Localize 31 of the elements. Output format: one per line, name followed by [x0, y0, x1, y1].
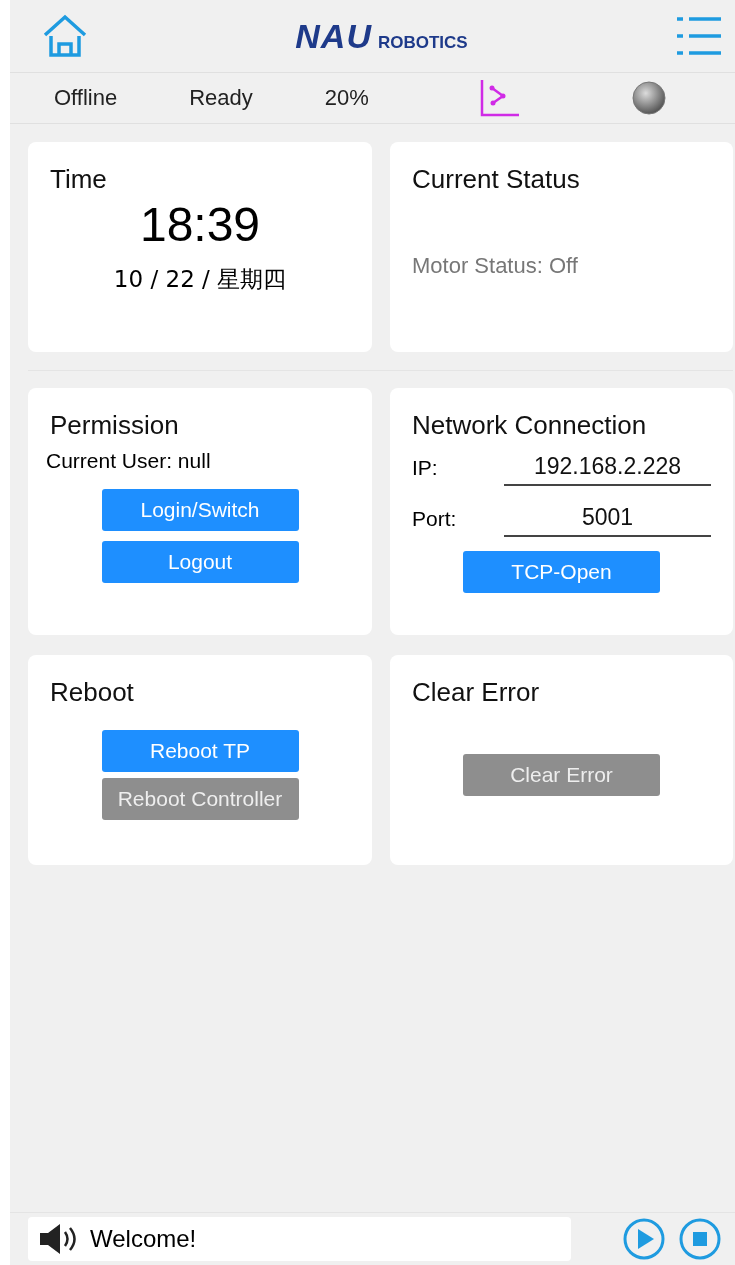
speed-percentage: 20% — [324, 85, 369, 111]
card-title: Network Connection — [412, 410, 647, 441]
home-icon[interactable] — [42, 14, 88, 58]
motor-status: Motor Status: Off — [412, 253, 579, 279]
logo-subtitle: ROBOTICS — [377, 32, 468, 53]
message-text: Welcome! — [90, 1225, 197, 1253]
button[interactable]: Login/Switch — [101, 489, 299, 531]
current-user: Current User: null — [46, 449, 212, 473]
input-field[interactable]: 5001 — [504, 500, 711, 537]
card-title: Clear Error — [412, 677, 540, 708]
field-label: IP: — [412, 455, 439, 480]
field-label: Port: — [412, 506, 458, 531]
button[interactable]: Logout — [101, 541, 299, 583]
menu-icon[interactable] — [675, 14, 723, 58]
input-field[interactable]: 192.168.2.228 — [504, 449, 711, 486]
button[interactable]: Reboot TP — [101, 730, 299, 772]
card-title: Permission — [50, 410, 179, 441]
clock-time: 18:39 — [139, 197, 261, 252]
button: Reboot Controller — [101, 778, 299, 820]
button: Clear Error — [463, 754, 660, 796]
connection-status: Offline — [54, 85, 118, 111]
chart-icon[interactable] — [478, 78, 521, 118]
stop-icon[interactable] — [679, 1218, 721, 1260]
card-title: Time — [50, 164, 107, 195]
logo-text: NAU — [295, 16, 372, 56]
button[interactable]: TCP-Open — [463, 551, 660, 593]
play-icon[interactable] — [623, 1218, 665, 1260]
robot-state: Ready — [189, 85, 253, 111]
card-title: Current Status — [412, 164, 580, 195]
date-text: 10 / 22 / 星期四 — [113, 265, 287, 294]
card-title: Reboot — [50, 677, 134, 708]
